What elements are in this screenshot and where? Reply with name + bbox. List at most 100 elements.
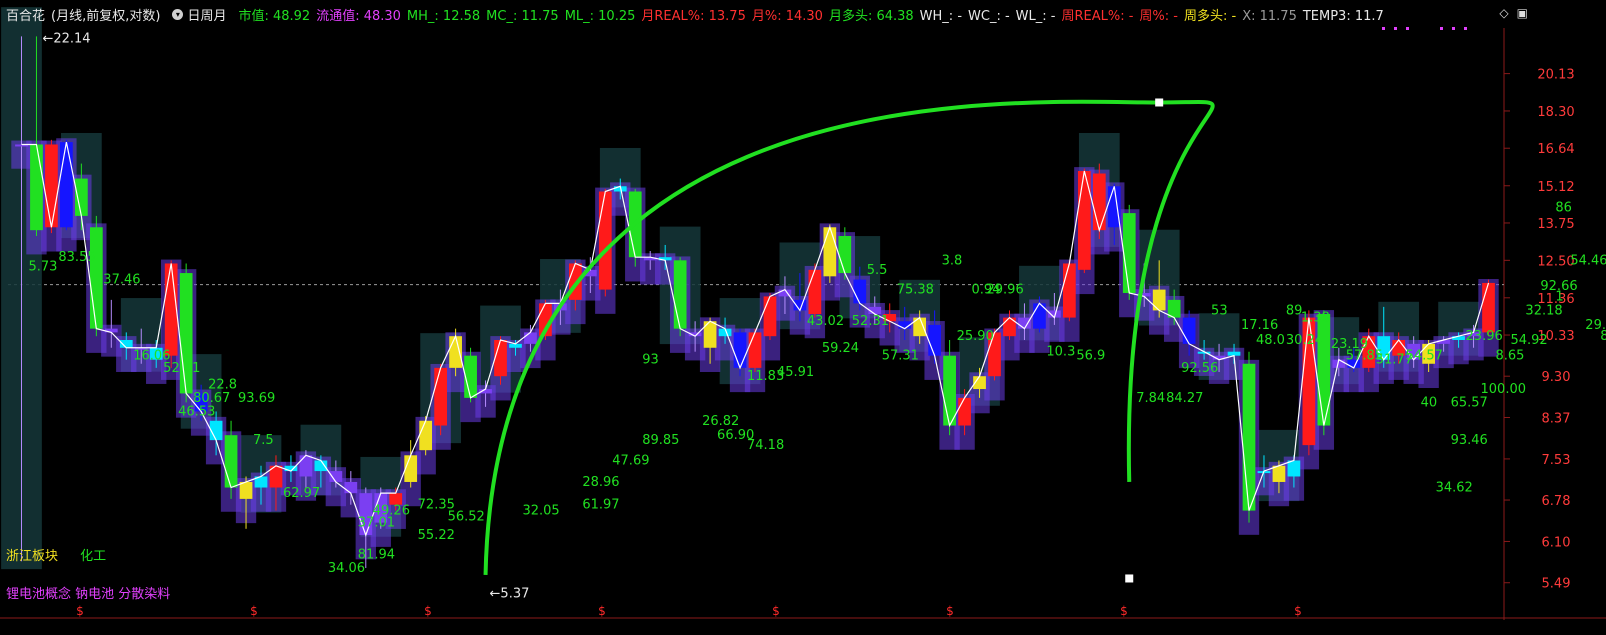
y-tick-label: 12.50	[1537, 254, 1574, 269]
candle-body	[943, 355, 956, 426]
dollar-marker: $	[946, 604, 954, 618]
value-label: 65.57	[1451, 395, 1488, 410]
value-label: 1	[1555, 289, 1563, 304]
y-tick-label: 6.10	[1542, 535, 1571, 550]
value-label: 1.38	[1301, 311, 1330, 326]
value-label: 5.5	[867, 263, 888, 278]
candle-body	[344, 481, 358, 494]
dollar-marker: $	[1120, 604, 1128, 618]
sector-zhejiang[interactable]: 浙江板块	[6, 549, 58, 564]
diamond-icon[interactable]: ◇	[1499, 6, 1508, 20]
candle-body	[808, 269, 822, 314]
indicator-list: 市值: 48.92 流通值: 48.30 MH_: 12.58 MC_: 11.75 M…	[238, 5, 1389, 24]
value-label: 61.97	[582, 498, 619, 513]
indicator-12: 周%: -	[1139, 8, 1178, 24]
candle-body	[733, 332, 747, 368]
candle-body	[1063, 263, 1076, 318]
value-label: 93.46	[1451, 433, 1488, 448]
indicator-10: WL_: -	[1015, 8, 1056, 24]
value-label: 30.24	[1286, 333, 1323, 348]
candle-body	[598, 191, 612, 290]
indicator-7: 月多头: 64.38	[828, 8, 914, 24]
candle-body	[1018, 317, 1031, 329]
y-tick-label: 8.37	[1542, 411, 1571, 426]
value-label: 3.8	[942, 253, 963, 268]
candle-body	[823, 227, 837, 277]
concept-tags[interactable]: 锂电池概念 钠电池 分散染料	[6, 583, 170, 602]
value-label: 56.52	[448, 510, 485, 525]
value-label: 37.46	[103, 273, 140, 288]
value-label: 10.3	[1046, 345, 1075, 360]
window-icon[interactable]: ▣	[1517, 6, 1528, 20]
value-label: 54.57	[1406, 349, 1443, 364]
candle-body	[673, 260, 687, 329]
high-price-label: ←22.14	[42, 31, 90, 46]
value-label: 34.06	[328, 561, 365, 576]
value-label: 75.38	[897, 283, 934, 298]
candle-body	[1317, 313, 1331, 426]
candle-body	[224, 435, 238, 488]
value-label: 92.56	[1181, 361, 1218, 376]
value-label: 7.84	[1136, 391, 1165, 406]
value-label: 52.41	[163, 361, 200, 376]
value-label: 59.24	[822, 341, 859, 356]
value-label: 17.16	[1241, 318, 1278, 333]
indicator-13: 周多头: -	[1183, 8, 1237, 24]
indicator-1: 流通值: 48.30	[316, 8, 401, 24]
value-label: 40	[1421, 395, 1438, 410]
candle-body	[60, 142, 73, 228]
value-label: 83.55	[58, 250, 95, 265]
indicator-14: X: 11.75	[1242, 8, 1297, 24]
candle-body	[928, 324, 941, 356]
candle-body	[1482, 282, 1495, 333]
value-label: 26.82	[702, 414, 739, 429]
candle-body	[1077, 171, 1091, 270]
candle-body	[1152, 289, 1166, 311]
y-tick-label: 7.53	[1542, 453, 1571, 468]
value-label: 25.90	[957, 329, 994, 344]
candle-body	[1092, 173, 1106, 231]
value-label: 56.9	[1076, 349, 1105, 364]
value-label: 53	[1211, 303, 1228, 318]
kline-chart[interactable]: 20.1318.3016.6415.1213.7512.5011.3610.33…	[0, 0, 1606, 635]
value-label: 54.46	[1570, 253, 1606, 268]
arc-end-marker	[1125, 574, 1134, 583]
indicator-4: ML_: 10.25	[564, 8, 636, 24]
stock-name: 百合花	[6, 8, 46, 24]
value-label: 28.96	[582, 475, 619, 490]
y-tick-label: 9.30	[1542, 370, 1571, 385]
value-label: 93.69	[238, 391, 275, 406]
candle-body	[763, 296, 777, 337]
candle-body	[1122, 213, 1136, 293]
candle-body	[75, 178, 88, 216]
candle-body	[464, 355, 477, 398]
value-label: 7.5	[253, 433, 274, 448]
value-label: 29.96	[987, 283, 1024, 298]
chevron-down-icon: ▾	[172, 8, 184, 20]
dollar-marker: $	[598, 604, 606, 618]
candle-body	[434, 367, 447, 426]
indicator-6: 月%: 14.30	[751, 8, 823, 24]
indicator-9: WC_: -	[968, 8, 1010, 24]
value-label: 48.0	[1256, 333, 1285, 348]
candle-body	[1272, 465, 1286, 482]
candle-body	[494, 340, 507, 377]
period-toggle-button[interactable]: ▾ 日周月	[172, 5, 232, 24]
candle-body	[748, 332, 762, 368]
arc-apex-marker	[1155, 98, 1164, 107]
indicator-0: 市值: 48.92	[238, 8, 311, 24]
candle-body	[89, 227, 103, 329]
value-label: 93	[642, 353, 659, 368]
candle-body	[404, 455, 418, 482]
chart-mode: (月线,前复权,对数)	[51, 8, 161, 24]
indicator-3: MC_: 11.75	[486, 8, 559, 24]
value-label: 86.28	[1600, 329, 1606, 344]
candle-body	[1242, 363, 1256, 511]
candle-body	[838, 236, 852, 274]
dollar-marker: $	[772, 604, 780, 618]
candle-body	[299, 455, 313, 477]
low-price-label: ←5.37	[490, 586, 530, 601]
sector-chemical[interactable]: 化工	[80, 549, 106, 564]
value-label: 52.31	[852, 314, 889, 329]
candle-body	[239, 481, 253, 499]
